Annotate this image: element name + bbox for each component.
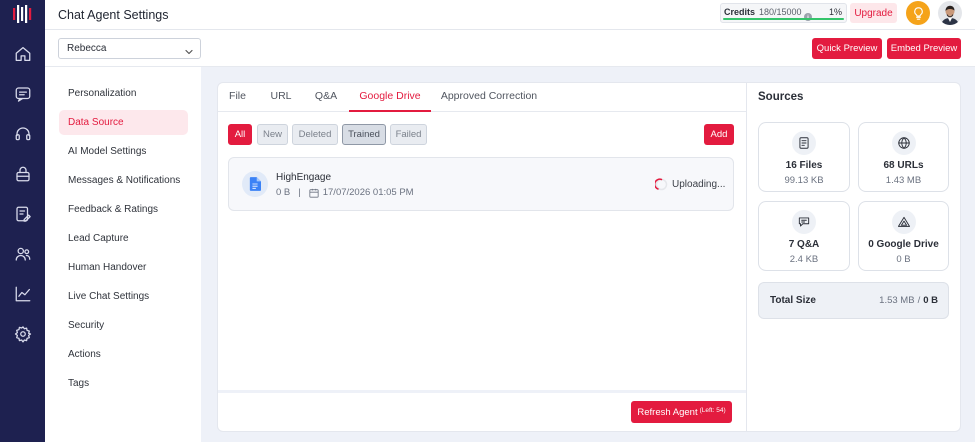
menu-item-security[interactable]: Security (59, 313, 188, 338)
refresh-remaining: (Left: 54) (699, 406, 726, 414)
total-size-extra: 0 B (923, 295, 938, 306)
globe-icon (891, 131, 916, 155)
tab-google-drive[interactable]: Google Drive (349, 82, 431, 112)
chat-icon[interactable] (12, 83, 33, 104)
edit-document-icon[interactable] (12, 203, 33, 224)
info-icon[interactable] (804, 8, 812, 21)
menu-item-human-handover[interactable]: Human Handover (59, 255, 188, 280)
footer-divider (218, 390, 746, 393)
tab-approved-correction[interactable]: Approved Correction (434, 82, 544, 112)
user-avatar[interactable] (938, 1, 962, 25)
filter-deleted[interactable]: Deleted (292, 124, 338, 145)
credits-widget: Credits 180/15000 1% (720, 3, 847, 23)
upload-status: Uploading... (672, 179, 726, 190)
home-icon[interactable] (12, 43, 33, 64)
users-icon[interactable] (12, 243, 33, 264)
source-count: 7 Q&A (788, 239, 820, 250)
tab-file[interactable]: File (219, 82, 256, 112)
source-card-qa: 7 Q&A 2.4 KB (758, 201, 850, 271)
filter-all[interactable]: All (228, 124, 252, 145)
refresh-agent-label: Refresh Agent (637, 406, 698, 418)
google-doc-icon (242, 171, 268, 197)
source-size: 1.43 MB (885, 175, 922, 186)
menu-item-lead-capture[interactable]: Lead Capture (59, 226, 188, 251)
source-card-files: 16 Files 99.13 KB (758, 122, 850, 192)
total-size-row: Total Size 1.53 MB / 0 B (758, 282, 949, 319)
file-size: 0 B (276, 187, 291, 198)
file-date: 17/07/2026 01:05 PM (322, 187, 414, 198)
source-size: 99.13 KB (784, 175, 824, 186)
sources-title: Sources (758, 91, 804, 103)
google-drive-icon (891, 210, 916, 234)
filter-new[interactable]: New (257, 124, 288, 145)
upgrade-button[interactable]: Upgrade (850, 3, 897, 23)
menu-item-actions[interactable]: Actions (59, 342, 188, 367)
file-meta: 0 B | 17/07/2026 01:05 PM (276, 187, 414, 198)
source-size: 2.4 KB (789, 254, 819, 265)
total-size-primary: 1.53 MB (879, 295, 915, 306)
menu-item-ai-model-settings[interactable]: AI Model Settings (59, 139, 188, 164)
calendar-icon (309, 188, 319, 198)
headset-icon[interactable] (12, 123, 33, 144)
refresh-agent-button[interactable]: Refresh Agent (Left: 54) (631, 401, 732, 423)
filter-failed[interactable]: Failed (390, 124, 427, 145)
logo-icon[interactable] (12, 4, 34, 24)
menu-item-personalization[interactable]: Personalization (59, 81, 188, 106)
gear-icon[interactable] (12, 323, 33, 344)
bag-icon[interactable] (12, 163, 33, 184)
menu-item-live-chat-settings[interactable]: Live Chat Settings (59, 284, 188, 309)
agent-select-value: Rebecca (67, 43, 107, 54)
file-name: HighEngage (276, 172, 332, 183)
nav-sidebar (0, 0, 45, 442)
meta-separator: | (298, 187, 301, 198)
embed-preview-button[interactable]: Embed Preview (887, 38, 961, 59)
source-card-google-drive: 0 Google Drive 0 B (858, 201, 949, 271)
total-size-separator: / (917, 295, 921, 306)
source-count: 68 URLs (883, 160, 924, 171)
agent-select[interactable]: Rebecca (58, 38, 201, 59)
credits-value: 180/15000 (759, 7, 802, 17)
source-size: 0 B (896, 254, 911, 265)
qa-chat-icon (792, 210, 816, 234)
panel-divider (746, 82, 747, 432)
chevron-down-icon (184, 44, 194, 55)
total-size-label: Total Size (770, 295, 816, 306)
menu-item-feedback-ratings[interactable]: Feedback & Ratings (59, 197, 188, 222)
menu-item-messages-notifications[interactable]: Messages & Notifications (59, 168, 188, 193)
tab-url[interactable]: URL (262, 82, 300, 112)
source-count: 16 Files (785, 160, 823, 171)
analytics-icon[interactable] (12, 283, 33, 304)
source-count: 0 Google Drive (868, 239, 939, 250)
add-button[interactable]: Add (704, 124, 734, 145)
menu-item-data-source[interactable]: Data Source (59, 110, 188, 135)
credits-label: Credits (724, 7, 756, 17)
lightbulb-icon[interactable] (906, 1, 930, 25)
page-title: Chat Agent Settings (58, 8, 169, 22)
file-icon (792, 131, 816, 155)
credits-percent: 1% (828, 7, 842, 17)
filter-trained[interactable]: Trained (342, 124, 386, 145)
quick-preview-button[interactable]: Quick Preview (812, 38, 882, 59)
total-size-value: 1.53 MB / 0 B (879, 295, 938, 306)
menu-item-tags[interactable]: Tags (59, 371, 188, 396)
source-card-urls: 68 URLs 1.43 MB (858, 122, 949, 192)
tab-qa[interactable]: Q&A (306, 82, 346, 112)
credits-progress-bar (723, 18, 844, 20)
spinner-icon (654, 178, 668, 191)
